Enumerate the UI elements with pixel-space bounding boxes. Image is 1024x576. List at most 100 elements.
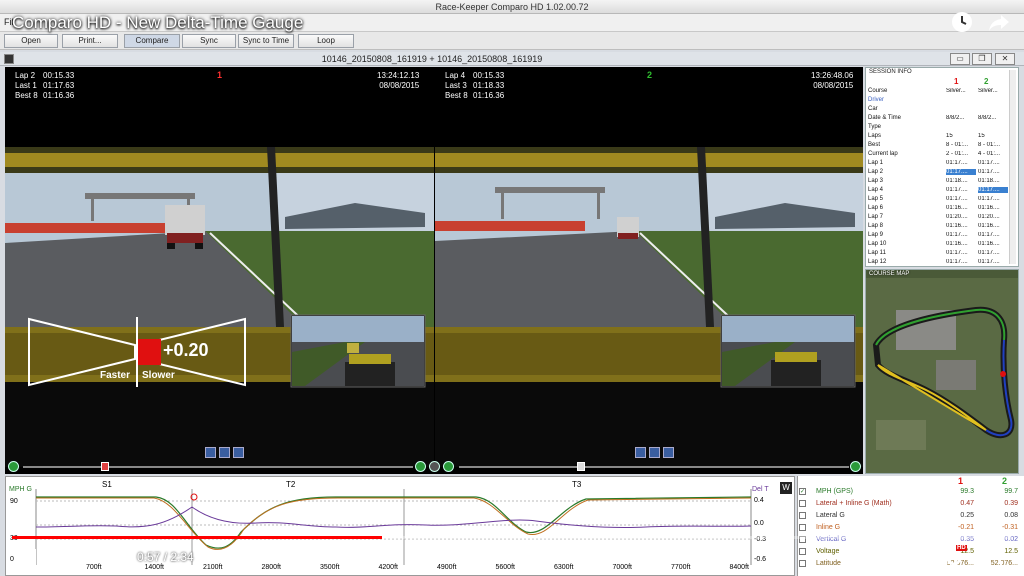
settings-icon[interactable] — [944, 548, 964, 568]
session-title: 10146_20150808_161919 + 10146_20150808_1… — [321, 54, 543, 64]
clock-time: 13:24:12.13 — [377, 71, 420, 80]
session-row-value-1: 01:17.... — [946, 187, 968, 193]
scrubber-handle-1[interactable] — [101, 462, 109, 471]
cursor-icon[interactable] — [429, 461, 440, 472]
next-icon[interactable] — [68, 549, 90, 565]
youtube-time: 0:57 / 2:34 — [137, 550, 194, 564]
session-row-label: Lap 8 — [868, 223, 884, 229]
session-row-value-1: Silver... — [946, 88, 966, 94]
clock-date: 08/08/2015 — [813, 81, 854, 90]
scrubber-1[interactable] — [23, 466, 413, 468]
play-icon[interactable] — [8, 461, 19, 472]
session-row-value-2: 8/8/2... — [978, 115, 997, 121]
audio-icon[interactable] — [219, 447, 230, 458]
session-row-label: Type — [868, 124, 882, 130]
session-row-value-1: 8 - 01:... — [946, 142, 969, 148]
x-tick-label: 5600ft — [495, 564, 515, 571]
channel-checkbox[interactable]: ✓ — [799, 488, 806, 495]
session-row-value-2: 01:17.... — [978, 160, 1000, 166]
channel-value-2: -0.31 — [1002, 524, 1018, 531]
app-titlebar: Race-Keeper Comparo HD 1.02.00.72 — [0, 0, 1024, 14]
close-icon[interactable]: ✕ — [995, 53, 1015, 65]
session-row-value-2: 01:16.... — [978, 241, 1000, 247]
session-info-panel: SESSION INFO 1 2 Course Silver... Silver..… — [865, 67, 1019, 267]
session-row-value-1: 2 - 01:... — [946, 151, 969, 157]
session-row-label: Lap 1 — [868, 160, 884, 166]
channel-checkbox[interactable] — [799, 548, 806, 555]
channel-checkbox[interactable] — [799, 560, 806, 567]
channel-value-1: 0.25 — [960, 512, 974, 519]
pip-icon[interactable] — [635, 447, 646, 458]
open-button[interactable]: Open — [4, 34, 58, 48]
lap-value: 01:17.63 — [43, 81, 75, 90]
play-icon[interactable] — [443, 461, 454, 472]
minimize-icon[interactable]: ▭ — [950, 53, 970, 65]
loop-button[interactable]: Loop — [298, 34, 354, 48]
sync-button[interactable]: Sync — [182, 34, 236, 48]
car-position-marker — [1000, 371, 1006, 377]
scrubber-2[interactable] — [459, 466, 849, 468]
skip-icon[interactable] — [850, 461, 861, 472]
session-scrollbar[interactable] — [1009, 70, 1016, 264]
session-row-label: Best — [868, 142, 881, 148]
pause-icon[interactable] — [28, 548, 48, 566]
lap-label: Best 8 — [15, 91, 38, 100]
session-row-label: Lap 5 — [868, 196, 884, 202]
channel-checkbox[interactable] — [799, 500, 806, 507]
lap-value: 01:16.36 — [473, 91, 505, 100]
video-area: Lap 2 00:15.33 Last 1 01:17.63 Best 8 01:16… — [5, 67, 863, 474]
x-tick-label: 6300ft — [554, 564, 574, 571]
channel-value-1: 99.3 — [960, 488, 974, 495]
session-row-value-2: 01:16.... — [978, 223, 1000, 229]
session-row-value-2: 01:18.... — [978, 178, 1000, 184]
session-row-value-2: Silver... — [978, 88, 998, 94]
pip-icon[interactable] — [205, 447, 216, 458]
session-row-label: Lap 2 — [868, 169, 884, 175]
course-map-panel: COURSE MAP — [865, 269, 1019, 474]
channel-name: Latitude — [816, 560, 841, 567]
x-tick-label: 3500ft — [320, 564, 340, 571]
sync-to-time-button[interactable]: Sync to Time — [238, 34, 294, 48]
video-scrub-controls — [5, 460, 863, 474]
skip-icon[interactable] — [415, 461, 426, 472]
session-col-1: 1 — [954, 77, 959, 86]
app-window: Race-Keeper Comparo HD 1.02.00.72 Fil Op… — [0, 0, 1024, 576]
session-row-value-1: 15 — [946, 133, 953, 139]
restore-icon[interactable]: ❐ — [972, 53, 992, 65]
watch-later-icon[interactable] — [950, 10, 974, 34]
video-pane-1[interactable]: Lap 2 00:15.33 Last 1 01:17.63 Best 8 01:16… — [5, 67, 434, 474]
lap-label: Last 1 — [15, 81, 37, 90]
x-tick-label: 2800ft — [261, 564, 281, 571]
audio-icon[interactable] — [233, 447, 244, 458]
session-row-value-1: 01:17.... — [946, 232, 968, 238]
session-row-value-1: 01:17.... — [946, 250, 968, 256]
youtube-video-title[interactable]: Comparo HD - New Delta-Time Gauge — [12, 13, 303, 33]
audio-icon[interactable] — [663, 447, 674, 458]
x-tick-label: 1400ft — [144, 564, 164, 571]
lap-label: Lap 2 — [15, 71, 36, 80]
volume-icon[interactable] — [104, 548, 126, 566]
video-pane-2[interactable]: Lap 4 00:15.33 Last 3 01:18.33 Best 8 01:16… — [435, 67, 863, 474]
scrubber-handle-2[interactable] — [577, 462, 585, 471]
session-row-value-2: 01:17.... — [978, 232, 1000, 238]
session-row-value-2: 8 - 01:... — [978, 142, 1001, 148]
session-row-value-1: 01:16.... — [946, 205, 968, 211]
channel-checkbox[interactable] — [799, 512, 806, 519]
compare-button[interactable]: Compare — [124, 34, 180, 48]
channel-name: Voltage — [816, 548, 840, 555]
share-icon[interactable] — [987, 10, 1011, 34]
audio-icon[interactable] — [649, 447, 660, 458]
onboard-video-1 — [5, 147, 434, 467]
session-row-label: Car — [868, 106, 878, 112]
channel-value-1: -0.21 — [958, 524, 974, 531]
channel-checkbox[interactable] — [799, 524, 806, 531]
fullscreen-icon[interactable] — [982, 549, 1002, 567]
x-tick-label: 700ft — [86, 564, 102, 571]
lap-info-2: Lap 4 00:15.33 Last 3 01:18.33 Best 8 01:16… — [445, 71, 504, 101]
print-button[interactable]: Print... — [62, 34, 118, 48]
session-row-value-1: 8/8/2... — [946, 115, 965, 121]
lap-value: 00:15.33 — [473, 71, 505, 80]
session-row-label: Current lap — [868, 151, 898, 157]
session-row-value-2: 01:16.... — [978, 205, 1000, 211]
session-strip: 10146_20150808_161919 + 10146_20150808_1… — [0, 52, 1024, 66]
